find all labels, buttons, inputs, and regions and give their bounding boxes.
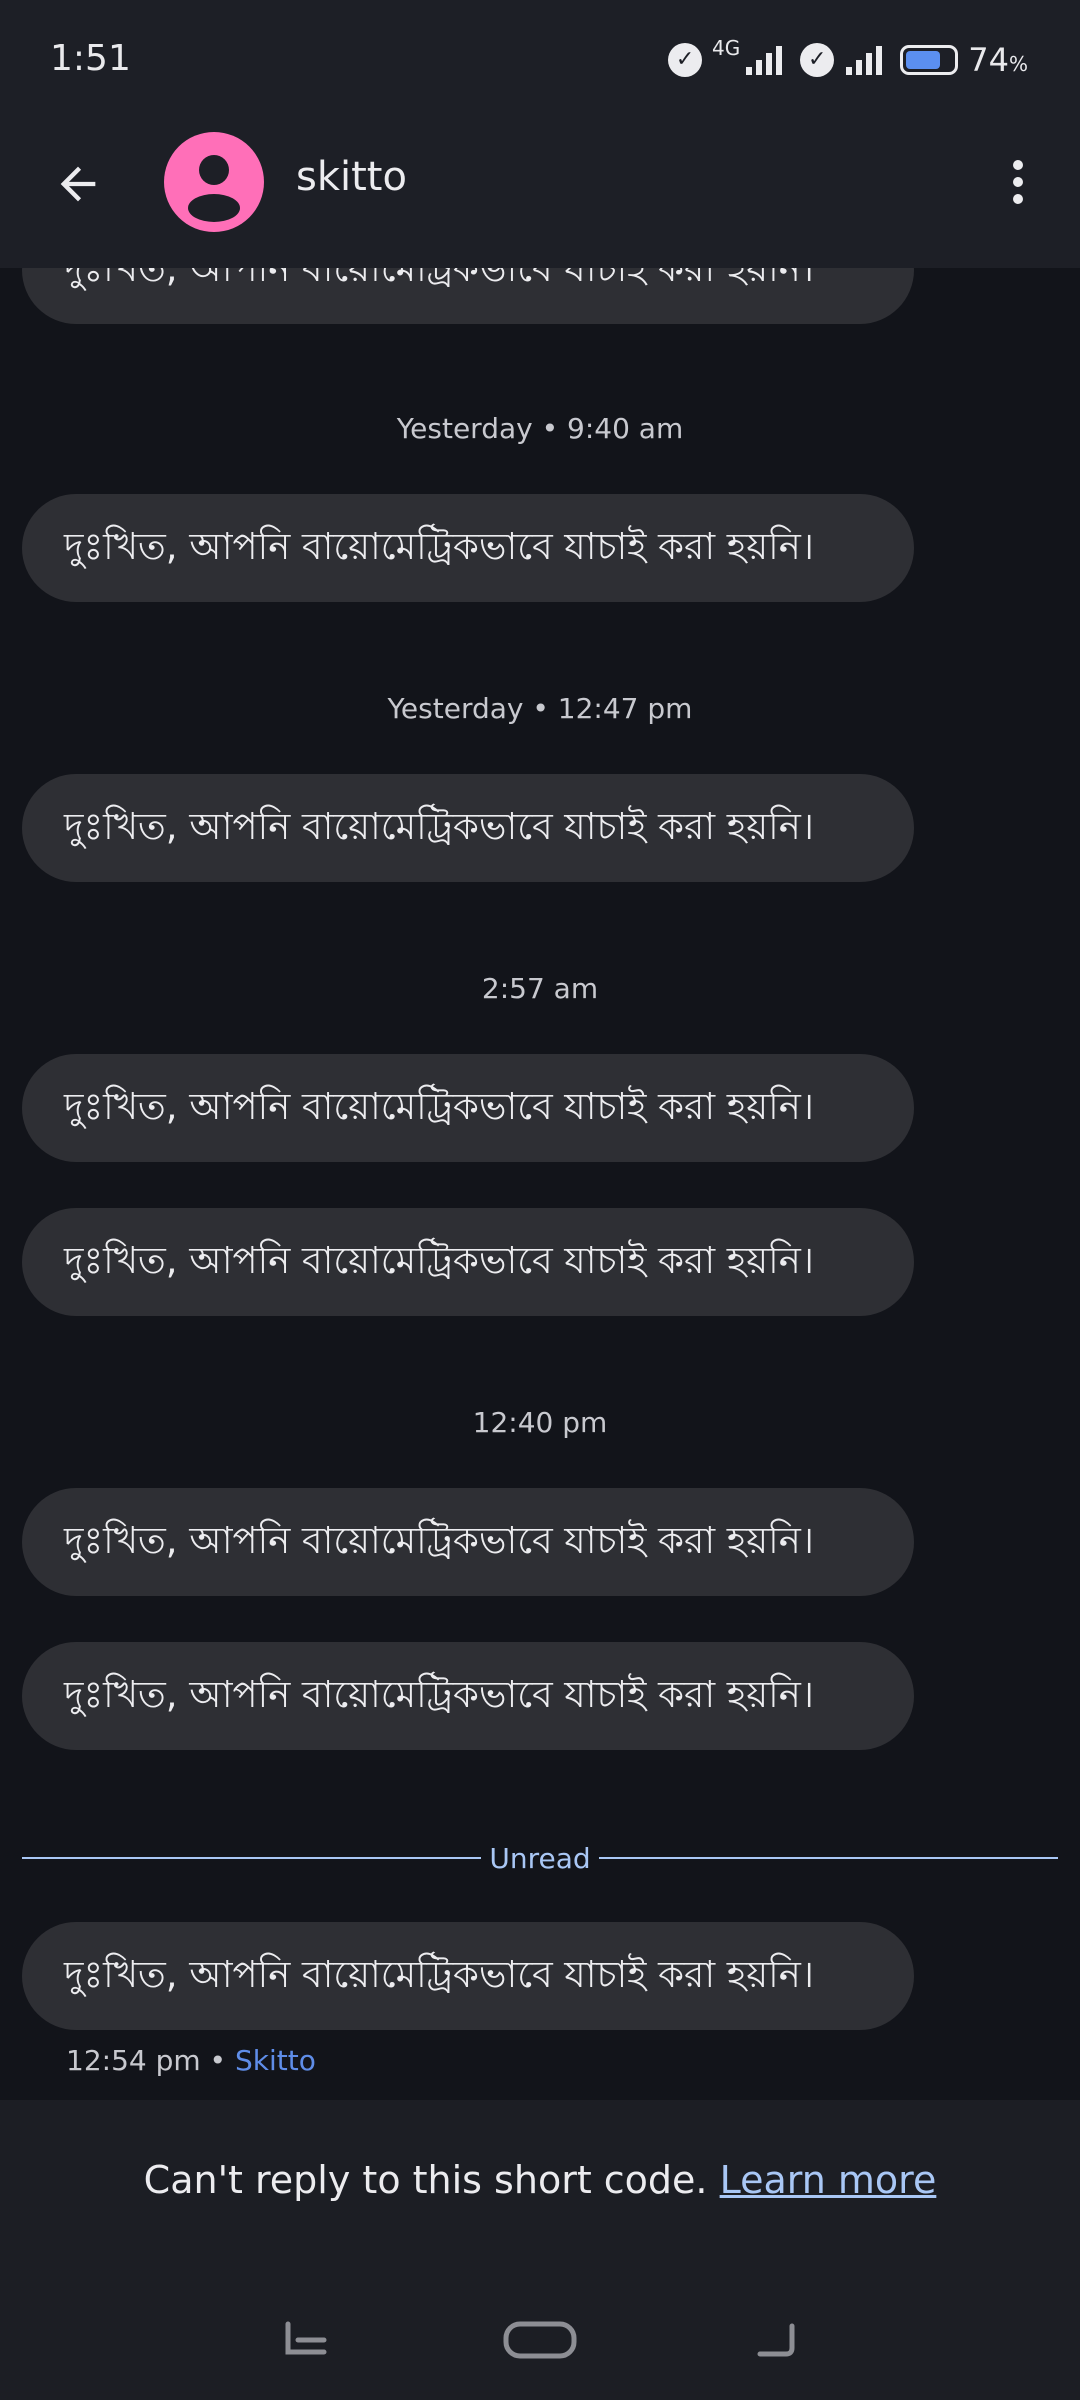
unread-divider: Unread xyxy=(22,1840,1059,1876)
battery-fill xyxy=(906,51,941,69)
person-icon xyxy=(188,155,240,222)
message-bubble[interactable]: দুঃখিত, আপনি বায়োমেট্রিকভাবে যাচাই করা … xyxy=(22,1054,914,1162)
messaging-screen: দুঃখিত, আপনি বায়োমেট্রিকভাবে যাচাই করা … xyxy=(0,0,1080,2400)
back-nav-button[interactable] xyxy=(736,2312,816,2368)
recents-button[interactable] xyxy=(266,2312,346,2368)
message-bubble[interactable]: দুঃখিত, আপনি বায়োমেট্রিকভাবে যাচাই করা … xyxy=(22,1488,914,1596)
message-timestamp: 2:57 am xyxy=(481,972,599,1005)
message-bubble[interactable]: দুঃখিত, আপনি বায়োমেট্রিকভাবে যাচাই করা … xyxy=(22,1922,914,2030)
status-icons: ✓ 4G ✓ 74% xyxy=(668,36,1028,84)
message-bubble[interactable]: দুঃখিত, আপনি বায়োমেট্রিকভাবে যাচাই করা … xyxy=(22,774,914,882)
vpn-shield-icon: ✓ xyxy=(800,43,835,77)
message-bubble[interactable]: দুঃখিত, আপনি বায়োমেট্রিকভাবে যাচাই করা … xyxy=(22,1642,914,1750)
message-timestamp: Yesterday • 9:40 am xyxy=(396,412,684,445)
network-type-label: 4G xyxy=(712,36,741,60)
notice-text: Can't reply to this short code. xyxy=(143,2158,708,2202)
message-bubble[interactable]: দুঃখিত, আপনি বায়োমেট্রিকভাবে যাচাই করা … xyxy=(22,494,914,602)
back-nav-icon xyxy=(757,2323,795,2357)
message-timestamp: Yesterday • 12:47 pm xyxy=(387,692,693,725)
home-icon xyxy=(503,2321,577,2359)
more-vert-icon xyxy=(1013,160,1023,204)
battery-value: 74 xyxy=(968,41,1009,79)
divider-line xyxy=(22,1857,482,1859)
conversation-list[interactable]: দুঃখিত, আপনি বায়োমেট্রিকভাবে যাচাই করা … xyxy=(0,0,1080,2100)
battery-unit: % xyxy=(1008,52,1028,76)
system-nav-bar xyxy=(0,2300,1080,2380)
divider-line xyxy=(598,1857,1059,1859)
message-sender: Skitto xyxy=(234,2044,316,2077)
arrow-left-icon xyxy=(60,166,96,202)
battery-icon xyxy=(900,45,959,75)
status-time: 1:51 xyxy=(50,38,131,79)
signal-icon xyxy=(746,46,783,75)
avatar[interactable] xyxy=(164,132,264,232)
message-timestamp: 12:40 pm xyxy=(472,1406,608,1439)
unread-label: Unread xyxy=(489,1841,591,1875)
contact-name[interactable]: skitto xyxy=(296,154,407,200)
app-header: 1:51 ✓ 4G ✓ 74% skitto xyxy=(0,0,1080,268)
back-button[interactable] xyxy=(40,146,116,222)
short-code-notice: Can't reply to this short code. Learn mo… xyxy=(0,2158,1080,2202)
meta-separator: • xyxy=(209,2044,227,2077)
learn-more-link[interactable]: Learn more xyxy=(720,2158,937,2202)
battery-percent: 74% xyxy=(968,41,1028,79)
vpn-shield-icon: ✓ xyxy=(668,43,703,77)
message-bubble[interactable]: দুঃখিত, আপনি বায়োমেট্রিকভাবে যাচাই করা … xyxy=(22,1208,914,1316)
signal-icon xyxy=(846,46,883,75)
recents-icon xyxy=(285,2321,327,2355)
message-time: 12:54 pm xyxy=(66,2044,201,2077)
home-button[interactable] xyxy=(500,2312,580,2368)
message-meta: 12:54 pm • Skitto xyxy=(66,2044,316,2077)
more-options-button[interactable] xyxy=(986,150,1050,214)
